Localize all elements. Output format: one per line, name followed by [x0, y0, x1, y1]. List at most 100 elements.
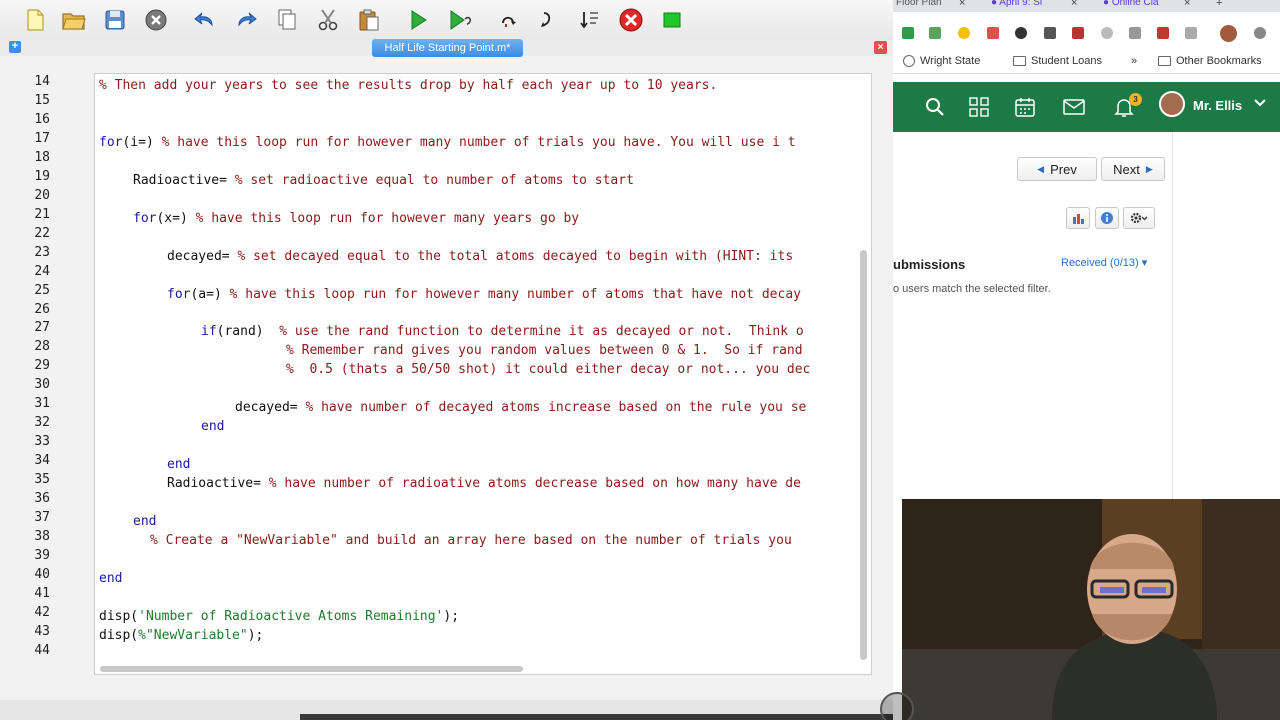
calendar-icon[interactable] [1013, 95, 1037, 119]
code-text: Radioactive= [133, 173, 235, 188]
gear-icon [1130, 212, 1148, 224]
stats-button[interactable] [1066, 207, 1090, 229]
received-filter-dropdown[interactable]: Received (0/13) ▾ [1061, 256, 1147, 269]
code-text: disp( [99, 628, 139, 643]
filter-label: Received (0/13) [1061, 257, 1139, 269]
submissions-title: ubmissions [893, 257, 966, 272]
step-icon[interactable] [494, 6, 524, 34]
code-line-38: % Create a "NewVariable" and build an ar… [150, 533, 792, 548]
comment: % have number of radioative atoms decrea… [268, 476, 801, 491]
chevron-down-icon[interactable] [1253, 96, 1267, 110]
line-number: 24 [34, 264, 50, 279]
line-number: 33 [34, 434, 50, 449]
tab-label: Online Cla [1111, 0, 1159, 8]
info-button[interactable] [1095, 207, 1119, 229]
profile-avatar-icon[interactable] [1220, 25, 1237, 42]
pause-extension-icon[interactable] [1185, 27, 1197, 39]
mic-extension-icon[interactable] [1072, 27, 1084, 39]
code-line-32: end [201, 419, 225, 434]
browser-tab-online[interactable]: ● Online Cla [1103, 0, 1159, 8]
extension-icon[interactable] [1254, 27, 1266, 39]
close-icon[interactable]: × [959, 0, 965, 9]
open-folder-icon[interactable] [59, 6, 89, 34]
cut-icon[interactable] [313, 6, 343, 34]
close-tab-icon[interactable]: × [874, 41, 887, 54]
document-tab[interactable]: Half Life Starting Point.m* [372, 39, 523, 57]
add-tab-icon[interactable]: + [9, 41, 21, 53]
line-number: 25 [34, 283, 50, 298]
close-file-icon[interactable] [141, 6, 171, 34]
sheets-extension-icon[interactable] [902, 27, 914, 39]
line-number: 41 [34, 586, 50, 601]
run-and-advance-icon[interactable] [446, 6, 476, 34]
line-number: 35 [34, 472, 50, 487]
prev-button[interactable]: ◀ Prev [1017, 157, 1097, 181]
undo-icon[interactable] [190, 6, 220, 34]
browser-tab-floor-plan[interactable]: Floor Plan [896, 0, 942, 8]
browser-tab-april[interactable]: ● April 9: Si [991, 0, 1042, 8]
line-number: 31 [34, 396, 50, 411]
green-square-icon[interactable] [657, 6, 687, 34]
messages-icon[interactable] [1062, 95, 1086, 119]
user-name[interactable]: Mr. Ellis [1193, 98, 1242, 113]
classroom-extension-icon[interactable] [929, 27, 941, 39]
bookmark-label: Wright State [920, 55, 981, 67]
redo-icon[interactable] [231, 6, 261, 34]
code-line-17: for(i=) % have this loop run for however… [99, 135, 796, 151]
string: %"NewVariable" [138, 628, 248, 643]
line-number: 22 [34, 226, 50, 241]
new-file-icon[interactable] [20, 6, 50, 34]
stop-icon[interactable] [616, 6, 646, 34]
bookmarks-overflow-button[interactable]: » [1131, 55, 1137, 67]
code-line-40: end [99, 571, 123, 586]
line-number: 14 [34, 74, 50, 89]
search-icon[interactable] [923, 95, 947, 119]
step-in-icon[interactable] [533, 6, 563, 34]
apps-grid-icon[interactable] [967, 95, 991, 119]
paste-icon[interactable] [354, 6, 384, 34]
bookmark-other-bookmarks[interactable]: Other Bookmarks [1158, 55, 1262, 67]
code-line-28: % Remember rand gives you random values … [286, 343, 803, 358]
step-out-icon[interactable] [574, 6, 604, 34]
vertical-scrollbar[interactable] [860, 250, 867, 660]
code-line-21: for(x=) % have this loop run for however… [133, 211, 579, 227]
close-icon[interactable]: × [1184, 0, 1190, 9]
line-number: 23 [34, 245, 50, 260]
save-icon[interactable] [100, 6, 130, 34]
keyword: for [133, 211, 157, 226]
line-number: 42 [34, 605, 50, 620]
schoology-icon: ● [1103, 0, 1112, 8]
code-line-25: for(a=) % have this loop run for however… [167, 287, 801, 303]
settings-button[interactable] [1123, 207, 1155, 229]
empty-message: o users match the selected filter. [893, 283, 1051, 295]
close-icon[interactable]: × [1071, 0, 1077, 9]
line-number: 16 [34, 112, 50, 127]
copy-icon[interactable] [272, 6, 302, 34]
keyword: if [201, 324, 217, 339]
camera-extension-icon[interactable] [1044, 27, 1056, 39]
drive-extension-icon[interactable] [958, 27, 970, 39]
record-extension-icon[interactable] [1015, 27, 1027, 39]
line-number: 44 [34, 643, 50, 658]
bookmark-student-loans[interactable]: Student Loans [1013, 55, 1102, 67]
cast-extension-icon[interactable] [987, 27, 999, 39]
bookmark-wright-state[interactable]: Wright State [903, 55, 980, 67]
horizontal-scrollbar[interactable] [100, 666, 523, 672]
puzzle-extension-icon[interactable] [1129, 27, 1141, 39]
string: 'Number of Radioactive Atoms Remaining' [138, 609, 444, 624]
matlab-editor-window: + Half Life Starting Point.m* × 14 15 16 17… [0, 0, 893, 720]
code-editor[interactable]: % Then add your years to see the results… [94, 73, 872, 675]
line-number: 36 [34, 491, 50, 506]
browser-tab-bar: Floor Plan × ● April 9: Si × ● Online Cl… [893, 0, 1280, 12]
code-text: ); [247, 628, 264, 643]
avatar[interactable] [1159, 91, 1185, 117]
code-text: decayed= [167, 249, 238, 264]
code-text: decayed= [235, 400, 306, 415]
next-button[interactable]: Next ▶ [1101, 157, 1165, 181]
run-icon[interactable] [403, 6, 433, 34]
app-extension-icon[interactable] [1157, 27, 1169, 39]
info-extension-icon[interactable] [1101, 27, 1113, 39]
chevron-right-icon: ▶ [1145, 163, 1153, 174]
code-text: (a=) [190, 287, 230, 302]
new-tab-icon[interactable]: + [1216, 0, 1222, 9]
